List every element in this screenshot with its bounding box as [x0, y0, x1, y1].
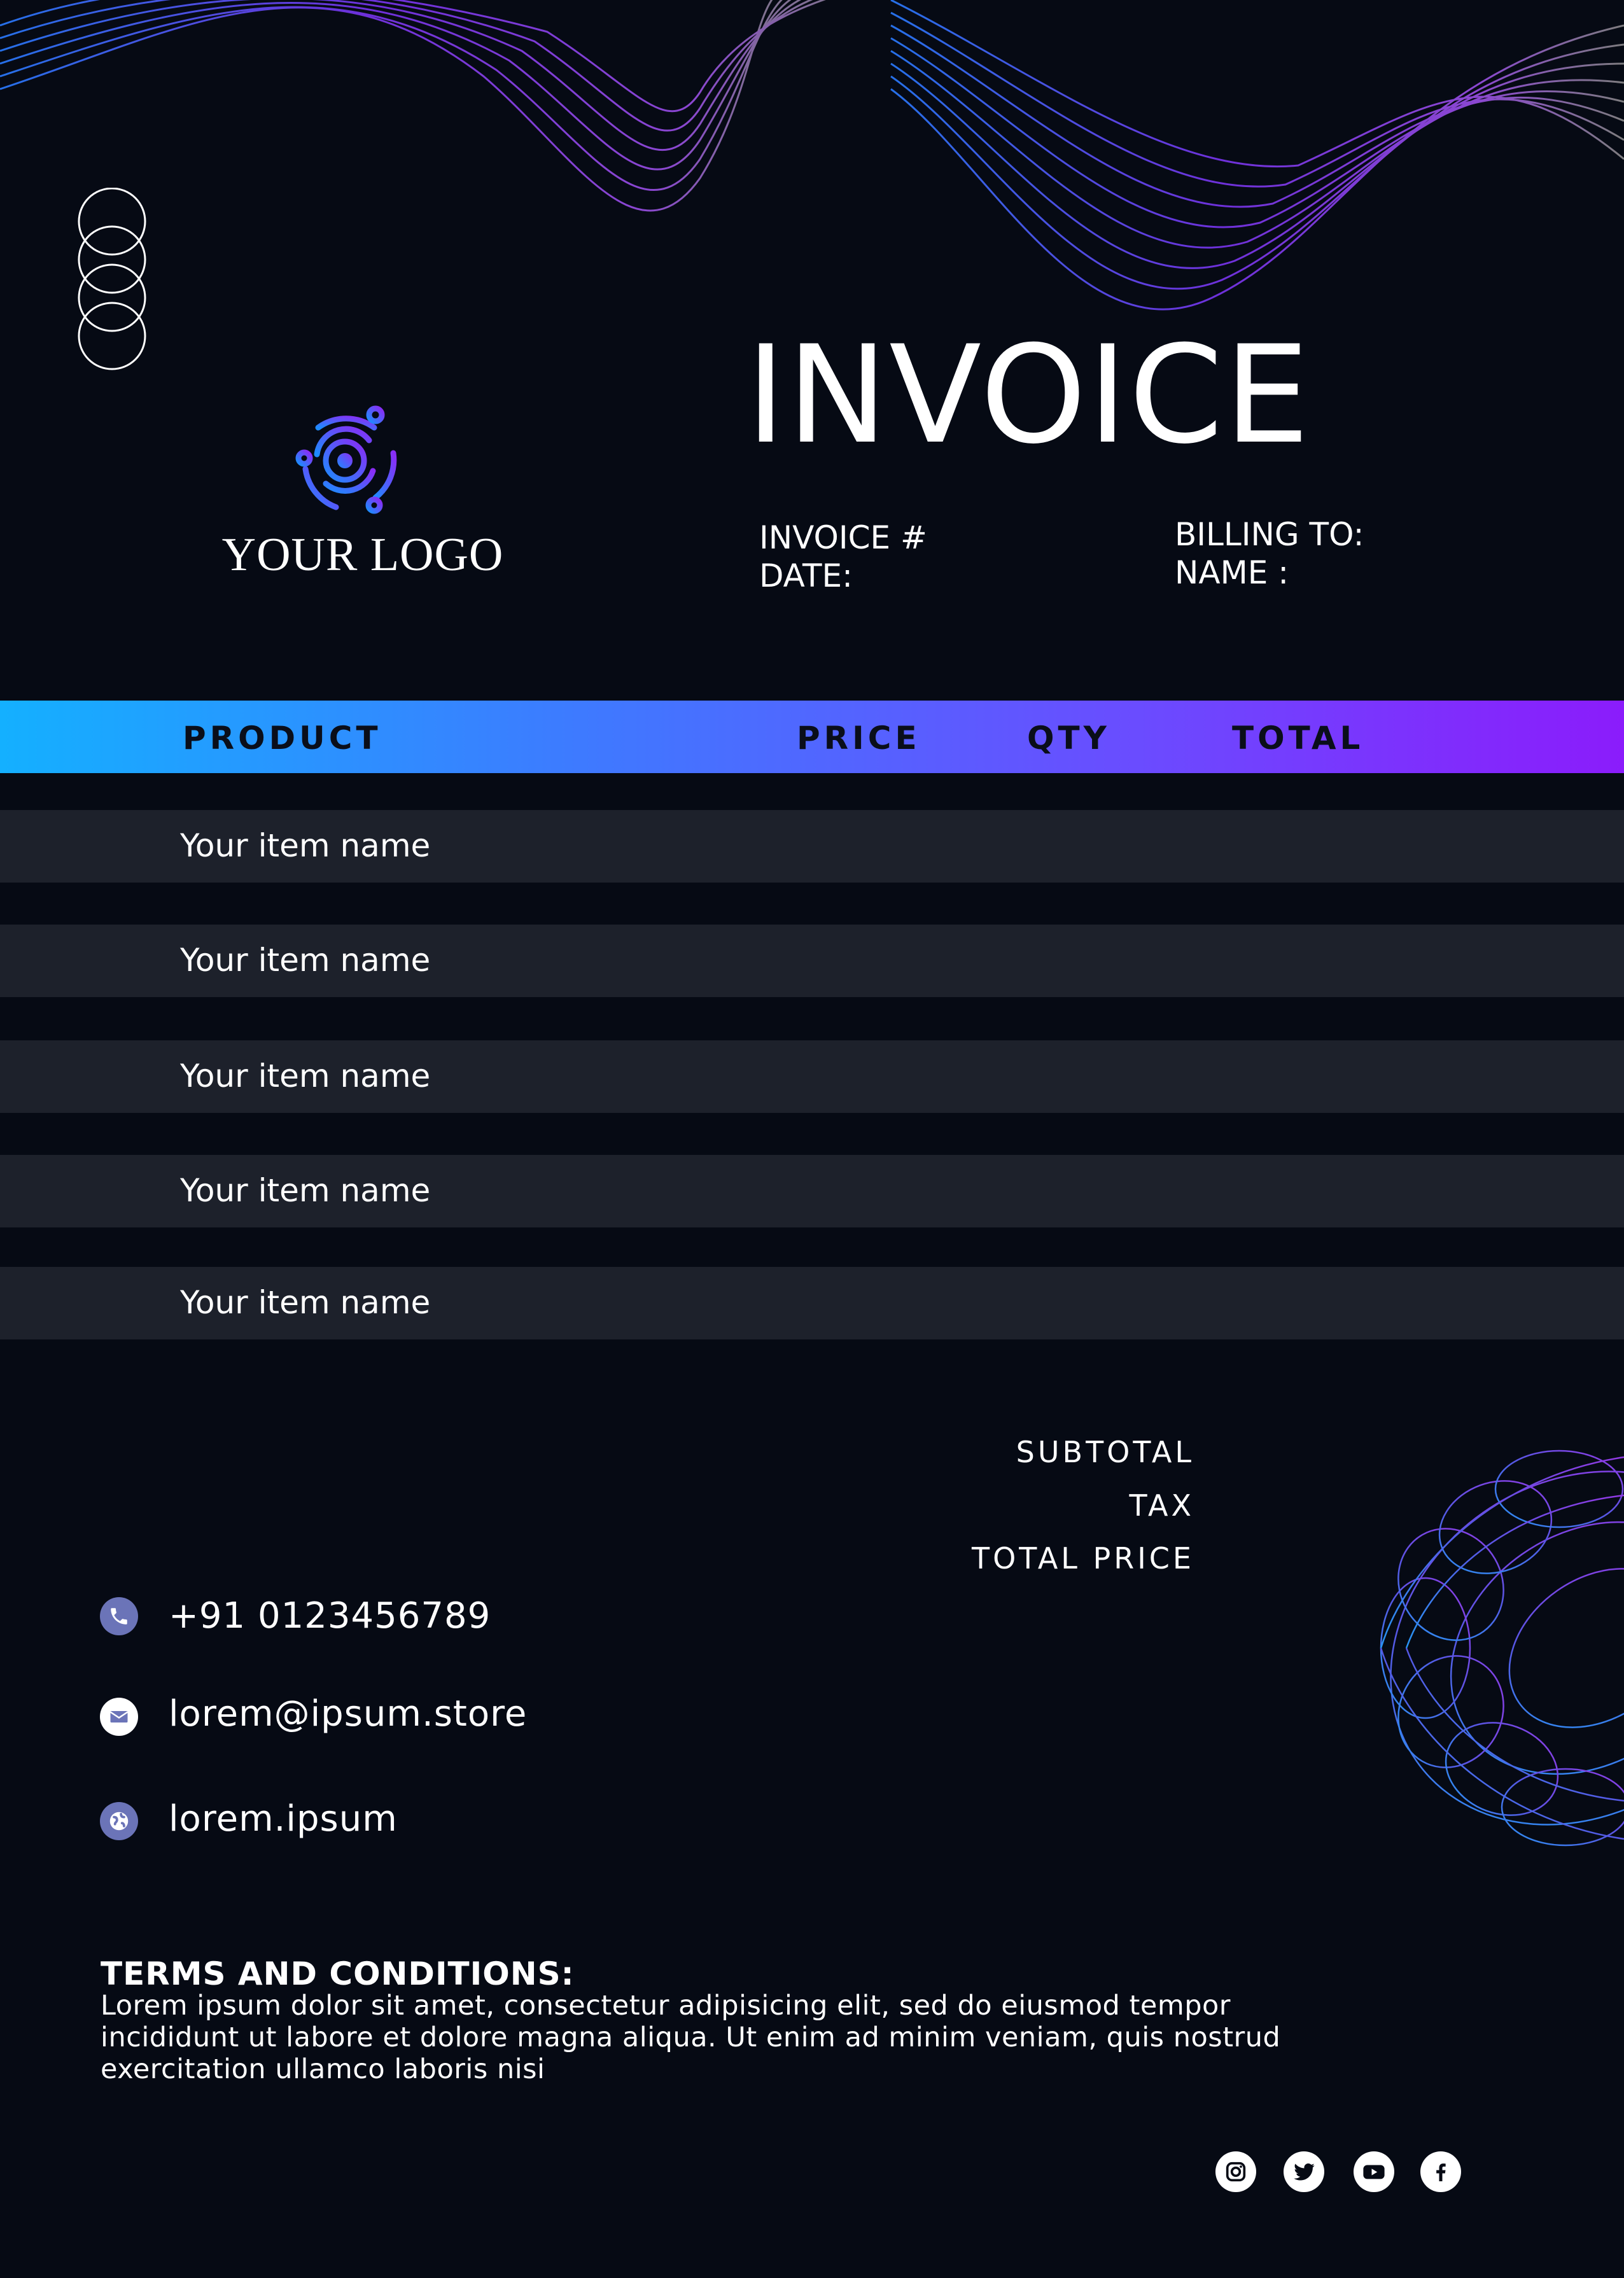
- column-header-product: PRODUCT: [183, 720, 382, 757]
- terms-line: Lorem ipsum dolor sit amet, consectetur …: [101, 1990, 1231, 2022]
- table-row: Your item name: [0, 1155, 1624, 1227]
- total-price-label: TOTAL PRICE: [971, 1541, 1194, 1576]
- email-address: lorem@ipsum.store: [169, 1693, 528, 1735]
- item-name: Your item name: [180, 1284, 431, 1321]
- column-header-total: TOTAL: [1232, 720, 1364, 757]
- date-label: DATE:: [759, 557, 853, 594]
- page-title: INVOICE: [746, 316, 1311, 473]
- item-name: Your item name: [180, 827, 431, 864]
- column-header-qty: QTY: [1027, 720, 1110, 757]
- table-row: Your item name: [0, 1267, 1624, 1339]
- instagram-icon[interactable]: [1215, 2151, 1256, 2192]
- torus-decoration: [1380, 1450, 1624, 1847]
- facebook-icon[interactable]: [1420, 2151, 1461, 2192]
- column-header-price: PRICE: [797, 720, 921, 757]
- phone-icon: [100, 1597, 138, 1635]
- logo-icon: [295, 405, 397, 514]
- wave-decoration: [0, 0, 1624, 311]
- invoice-number-label: INVOICE #: [759, 519, 927, 556]
- item-name: Your item name: [180, 1058, 431, 1094]
- logo-text: YOUR LOGO: [221, 529, 504, 581]
- terms-line: exercitation ullamco laboris nisi: [101, 2053, 545, 2085]
- twitter-icon[interactable]: [1284, 2151, 1324, 2192]
- item-name: Your item name: [180, 1172, 431, 1209]
- terms-title: TERMS AND CONDITIONS:: [101, 1955, 575, 1992]
- youtube-icon[interactable]: [1354, 2151, 1394, 2192]
- website: lorem.ipsum: [169, 1798, 398, 1840]
- subtotal-label: SUBTOTAL: [1016, 1435, 1194, 1469]
- item-name: Your item name: [180, 942, 431, 979]
- globe-icon: [100, 1802, 138, 1840]
- billing-to-label: BILLING TO:: [1175, 516, 1364, 553]
- email-icon: [100, 1698, 138, 1736]
- rings-decoration: [78, 188, 146, 370]
- name-label: NAME :: [1175, 554, 1289, 591]
- table-header: PRODUCT PRICE QTY TOTAL: [0, 701, 1624, 773]
- table-row: Your item name: [0, 925, 1624, 997]
- table-row: Your item name: [0, 810, 1624, 883]
- tax-label: TAX: [1129, 1488, 1194, 1523]
- phone-number: +91 0123456789: [169, 1595, 491, 1637]
- invoice-meta: INVOICE # DATE:: [759, 519, 927, 595]
- table-row: Your item name: [0, 1040, 1624, 1113]
- billing-meta: BILLING TO: NAME :: [1175, 515, 1364, 592]
- terms-line: incididunt ut labore et dolore magna ali…: [101, 2022, 1281, 2053]
- terms-body: Lorem ipsum dolor sit amet, consectetur …: [101, 1990, 1373, 2085]
